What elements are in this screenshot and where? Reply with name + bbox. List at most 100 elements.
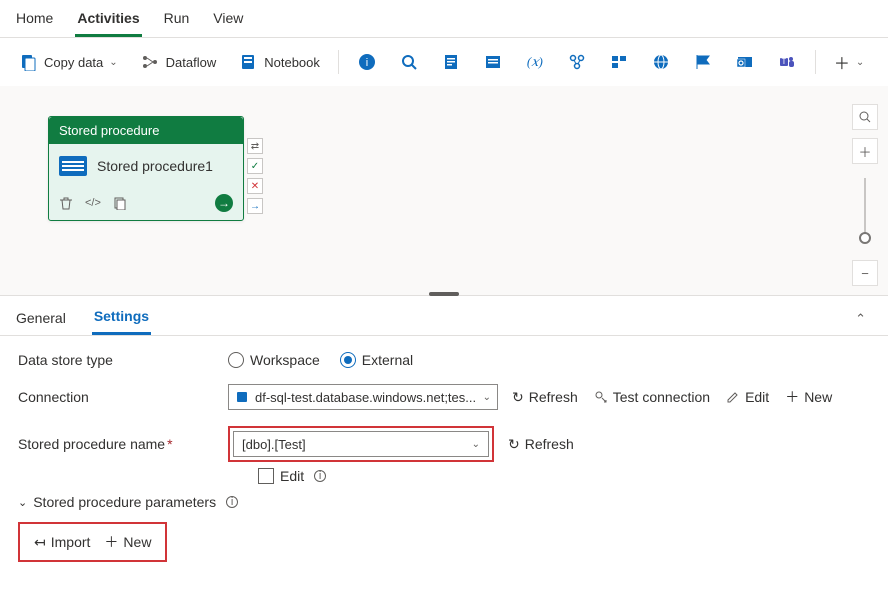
sp-name-label: Stored procedure name*	[18, 436, 228, 452]
radio-circle-icon	[340, 352, 356, 368]
refresh-icon: ↻	[508, 436, 520, 453]
copy-icon[interactable]	[113, 196, 127, 210]
sp-name-dropdown[interactable]: [dbo].[Test] ⌄	[233, 431, 489, 457]
canvas-search-button[interactable]	[852, 104, 878, 130]
zoom-slider-knob[interactable]	[859, 232, 871, 244]
new-connection-button[interactable]: ＋New	[785, 387, 832, 407]
copy-data-icon	[18, 52, 38, 72]
code-icon[interactable]: </>	[85, 197, 101, 209]
copy-data-label: Copy data	[44, 55, 103, 70]
outlook-button[interactable]	[727, 48, 763, 76]
activity-name: Stored procedure1	[97, 158, 213, 174]
notebook-label: Notebook	[264, 55, 320, 70]
list-button[interactable]	[475, 48, 511, 76]
handle-edit-icon[interactable]: ⇄	[247, 138, 263, 154]
canvas[interactable]: Stored procedure Stored procedure1 </> →…	[0, 86, 888, 296]
edit-connection-button[interactable]: Edit	[726, 387, 769, 407]
pipeline-icon	[567, 52, 587, 72]
search-button[interactable]	[391, 48, 427, 76]
search-icon	[399, 52, 419, 72]
activity-card[interactable]: Stored procedure Stored procedure1 </> →	[48, 116, 244, 221]
chevron-down-icon: ⌄	[856, 57, 864, 68]
copy-data-button[interactable]: Copy data ⌄	[10, 48, 126, 76]
plus-icon: ＋	[785, 387, 799, 407]
edit-checkbox[interactable]	[258, 468, 274, 484]
add-button[interactable]: ＋⌄	[826, 46, 872, 78]
panel-tab-general[interactable]: General	[14, 304, 68, 334]
connection-actions: ↻ Refresh Test connection Edit ＋New	[512, 387, 832, 407]
zoom-out-button[interactable]: −	[852, 260, 878, 286]
plus-icon: ＋	[104, 532, 118, 552]
edit-label: Edit	[745, 389, 769, 405]
dataflow-button[interactable]: Dataflow	[132, 48, 225, 76]
info-button[interactable]: i	[349, 48, 385, 76]
dataflow-icon	[140, 52, 160, 72]
import-params-button[interactable]: ↤ Import	[34, 532, 90, 552]
info-icon[interactable]: i	[226, 496, 238, 508]
toolbar-separator	[338, 50, 339, 74]
handle-success-icon[interactable]: ✓	[247, 158, 263, 174]
info-icon[interactable]: i	[314, 470, 326, 482]
handle-skip-icon[interactable]: →	[247, 198, 263, 214]
handle-fail-icon[interactable]: ✕	[247, 178, 263, 194]
tab-view[interactable]: View	[211, 6, 245, 37]
import-icon: ↤	[34, 534, 46, 551]
svg-text:T: T	[781, 57, 786, 66]
radio-workspace-label: Workspace	[250, 352, 320, 368]
pipeline-button[interactable]	[559, 48, 595, 76]
globe-icon	[651, 52, 671, 72]
new-param-button[interactable]: ＋New	[104, 532, 151, 552]
collapse-panel-button[interactable]: ⌃	[855, 311, 866, 327]
radio-workspace[interactable]: Workspace	[228, 352, 320, 368]
flag-button[interactable]	[685, 48, 721, 76]
zoom-slider[interactable]	[864, 178, 866, 238]
outlook-icon	[735, 52, 755, 72]
refresh-label: Refresh	[529, 389, 578, 405]
refresh-sp-button[interactable]: ↻ Refresh	[508, 436, 574, 453]
refresh-label: Refresh	[525, 436, 574, 452]
activity-footer: </> →	[49, 188, 243, 220]
sp-params-label: Stored procedure parameters	[33, 494, 216, 510]
toolbar: Copy data ⌄ Dataflow Notebook i (𝑥) T ＋⌄	[0, 38, 888, 86]
teams-icon: T	[777, 52, 797, 72]
database-icon	[235, 390, 249, 404]
test-connection-label: Test connection	[613, 389, 710, 405]
tab-run[interactable]: Run	[162, 6, 192, 37]
panel-tab-settings[interactable]: Settings	[92, 302, 151, 335]
web-button[interactable]	[643, 48, 679, 76]
list-icon	[483, 52, 503, 72]
activity-header: Stored procedure	[49, 117, 243, 144]
connection-dropdown[interactable]: df-sql-test.database.windows.net;tes... …	[228, 384, 498, 410]
chevron-down-icon: ⌄	[18, 496, 27, 509]
refresh-connection-button[interactable]: ↻ Refresh	[512, 387, 578, 407]
param-actions-highlight: ↤ Import ＋New	[18, 522, 167, 562]
refresh-icon: ↻	[512, 389, 524, 406]
sp-params-header[interactable]: ⌄ Stored procedure parameters i	[18, 494, 870, 510]
script-button[interactable]	[433, 48, 469, 76]
teams-button[interactable]: T	[769, 48, 805, 76]
activity-side-handles: ⇄ ✓ ✕ →	[247, 138, 263, 214]
canvas-controls: ＋ −	[852, 104, 878, 286]
run-arrow-icon[interactable]: →	[215, 194, 233, 212]
settings-panel: Data store type Workspace External Conne…	[0, 336, 888, 570]
flag-icon	[693, 52, 713, 72]
tab-activities[interactable]: Activities	[75, 6, 141, 37]
zoom-in-button[interactable]: ＋	[852, 138, 878, 164]
radio-external[interactable]: External	[340, 352, 413, 368]
plus-icon: ＋	[834, 50, 850, 74]
sp-name-highlight: [dbo].[Test] ⌄	[228, 426, 494, 462]
variable-button[interactable]: (𝑥)	[517, 48, 553, 76]
tab-home[interactable]: Home	[14, 6, 55, 37]
test-icon	[594, 390, 608, 404]
notebook-button[interactable]: Notebook	[230, 48, 328, 76]
connection-label: Connection	[18, 389, 228, 405]
top-tabs: Home Activities Run View	[0, 0, 888, 38]
import-label: Import	[51, 534, 91, 550]
panel-resize-grip[interactable]	[429, 292, 459, 296]
notebook-icon	[238, 52, 258, 72]
chevron-down-icon: ⌄	[109, 57, 117, 68]
delete-icon[interactable]	[59, 196, 73, 210]
test-connection-button[interactable]: Test connection	[594, 387, 710, 407]
sp-name-value: [dbo].[Test]	[242, 437, 472, 452]
card-button[interactable]	[601, 48, 637, 76]
